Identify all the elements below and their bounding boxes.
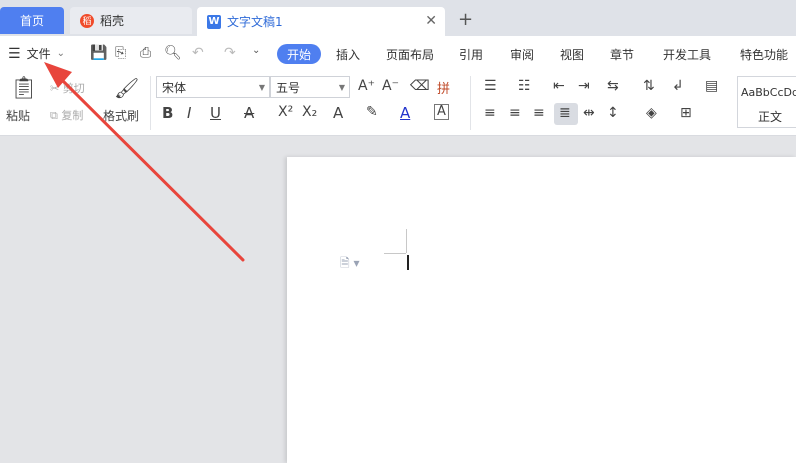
tab-daoke[interactable]: 稻 稻壳 bbox=[70, 7, 192, 34]
decrease-indent-icon[interactable]: ⇤ bbox=[553, 78, 565, 94]
align-right-icon[interactable]: ≡ bbox=[533, 105, 545, 121]
bold-icon[interactable]: B bbox=[162, 104, 173, 122]
format-painter-button[interactable]: 格式刷 bbox=[103, 107, 139, 124]
menu-bar: ☰ 文件 ⌄ 💾 ⎘ ⎙ 🔍︎ ↶ ↷ ⌄ 开始 插入 页面布局 引用 审阅 视… bbox=[0, 36, 796, 70]
distributed-align-icon[interactable]: ⇹ bbox=[583, 105, 595, 121]
save-icon[interactable]: 💾 bbox=[90, 45, 107, 61]
highlight-icon[interactable]: ✎ bbox=[366, 104, 378, 120]
numbered-list-icon[interactable]: ☷ bbox=[518, 78, 531, 94]
redo-icon[interactable]: ↷ bbox=[224, 45, 236, 61]
strikethrough-icon[interactable]: A bbox=[244, 104, 254, 122]
paste-icon[interactable]: 📋︎ bbox=[10, 76, 38, 101]
line-spacing-icon[interactable]: ↕ bbox=[607, 105, 619, 121]
tab-special-features[interactable]: 特色功能 bbox=[740, 46, 788, 63]
text-cursor bbox=[407, 255, 409, 270]
underline-icon[interactable]: U bbox=[210, 104, 221, 122]
undo-icon[interactable]: ↶ bbox=[192, 45, 204, 61]
paragraph-options-icon[interactable]: 🗎︎ ▾ bbox=[340, 254, 360, 275]
justify-icon[interactable]: ≣ bbox=[559, 105, 571, 121]
character-border-icon[interactable]: A bbox=[434, 104, 449, 120]
margin-marker bbox=[406, 229, 407, 253]
font-size-select[interactable]: 五号 ▼ bbox=[270, 76, 350, 98]
tab-insert[interactable]: 插入 bbox=[336, 46, 360, 63]
print-icon[interactable]: ⎙ bbox=[140, 45, 151, 61]
tab-view[interactable]: 视图 bbox=[560, 46, 584, 63]
increase-indent-icon[interactable]: ⇥ bbox=[578, 78, 590, 94]
decrease-font-icon[interactable]: A⁻ bbox=[382, 78, 399, 94]
tab-daoke-label: 稻壳 bbox=[100, 14, 125, 28]
ribbon-toolbar: 📋︎ 粘贴 ✂ 剪切 ⧉ 复制 🖌︎ 格式刷 宋体 ▼ 五号 ▼ A⁺ A⁻ ⌫ 拼… bbox=[0, 70, 796, 136]
writer-doc-icon: W bbox=[207, 14, 221, 29]
customize-toolbar-icon[interactable]: ⌄ bbox=[252, 45, 260, 56]
font-color-icon[interactable]: A bbox=[400, 104, 410, 122]
sort-icon[interactable]: ⇅ bbox=[643, 78, 655, 94]
paragraph-mark-icon[interactable]: ↲ bbox=[672, 78, 684, 94]
tab-review[interactable]: 审阅 bbox=[510, 46, 534, 63]
superscript-icon[interactable]: X² bbox=[278, 104, 293, 120]
chevron-down-icon: ▼ bbox=[338, 83, 345, 92]
file-menu-button[interactable]: ☰ 文件 ⌄ bbox=[8, 45, 65, 62]
text-effect-icon[interactable]: A bbox=[333, 104, 343, 122]
export-pdf-icon[interactable]: ⎘ bbox=[115, 45, 126, 61]
cut-label: 剪切 bbox=[62, 82, 85, 95]
borders-icon[interactable]: ⊞ bbox=[680, 105, 692, 121]
tab-references[interactable]: 引用 bbox=[459, 46, 483, 63]
increase-font-icon[interactable]: A⁺ bbox=[358, 78, 375, 94]
subscript-icon[interactable]: X₂ bbox=[302, 104, 317, 120]
tab-home-label: 首页 bbox=[19, 14, 44, 28]
tab-start[interactable]: 开始 bbox=[277, 44, 321, 64]
copy-button[interactable]: ⧉ 复制 bbox=[50, 107, 83, 123]
align-center-icon[interactable]: ≡ bbox=[509, 105, 521, 121]
table-grid-icon[interactable]: ▤ bbox=[705, 78, 718, 94]
clear-format-icon[interactable]: ⌫ bbox=[410, 78, 430, 94]
tab-bar: 首页 稻 稻壳 W 文字文稿1 ✕ + bbox=[0, 0, 796, 36]
tab-page-layout[interactable]: 页面布局 bbox=[386, 46, 434, 63]
document-page[interactable] bbox=[287, 157, 796, 463]
divider bbox=[150, 76, 151, 130]
tab-document-label: 文字文稿1 bbox=[227, 15, 283, 29]
tab-home[interactable]: 首页 bbox=[0, 7, 64, 34]
tab-developer-tools[interactable]: 开发工具 bbox=[663, 46, 711, 63]
chevron-down-icon: ▼ bbox=[258, 83, 265, 92]
paste-button[interactable]: 粘贴 bbox=[6, 107, 30, 124]
format-painter-icon[interactable]: 🖌︎ bbox=[114, 76, 139, 100]
print-preview-icon[interactable]: 🔍︎ bbox=[164, 45, 182, 61]
tab-start-label: 开始 bbox=[286, 47, 311, 62]
style-preview: AaBbCcDd bbox=[741, 86, 796, 99]
italic-icon[interactable]: I bbox=[187, 104, 191, 122]
tab-document[interactable]: W 文字文稿1 ✕ bbox=[197, 7, 445, 36]
tab-chapter[interactable]: 章节 bbox=[610, 46, 634, 63]
font-name-select[interactable]: 宋体 ▼ bbox=[156, 76, 270, 98]
margin-marker bbox=[384, 253, 406, 254]
font-name-value: 宋体 bbox=[162, 80, 187, 95]
font-size-value: 五号 bbox=[276, 80, 301, 95]
style-normal-label: 正文 bbox=[758, 110, 783, 124]
chevron-down-icon: ⌄ bbox=[56, 48, 65, 59]
new-tab-button[interactable]: + bbox=[458, 9, 473, 30]
copy-label: 复制 bbox=[61, 109, 84, 122]
text-direction-icon[interactable]: ⇆ bbox=[607, 78, 619, 94]
file-menu-label: 文件 bbox=[26, 47, 51, 61]
daoke-logo-icon: 稻 bbox=[80, 13, 94, 28]
phonetic-guide-icon[interactable]: 拼 bbox=[437, 78, 450, 97]
cut-button[interactable]: ✂ 剪切 bbox=[50, 80, 85, 96]
bullet-list-icon[interactable]: ☰ bbox=[484, 78, 497, 94]
hamburger-icon: ☰ bbox=[8, 45, 21, 62]
close-icon[interactable]: ✕ bbox=[425, 13, 437, 29]
shading-icon[interactable]: ◈ bbox=[646, 105, 657, 121]
divider bbox=[470, 76, 471, 130]
align-left-icon[interactable]: ≡ bbox=[484, 105, 496, 121]
style-gallery[interactable]: AaBbCcDd 正文 bbox=[737, 76, 796, 128]
